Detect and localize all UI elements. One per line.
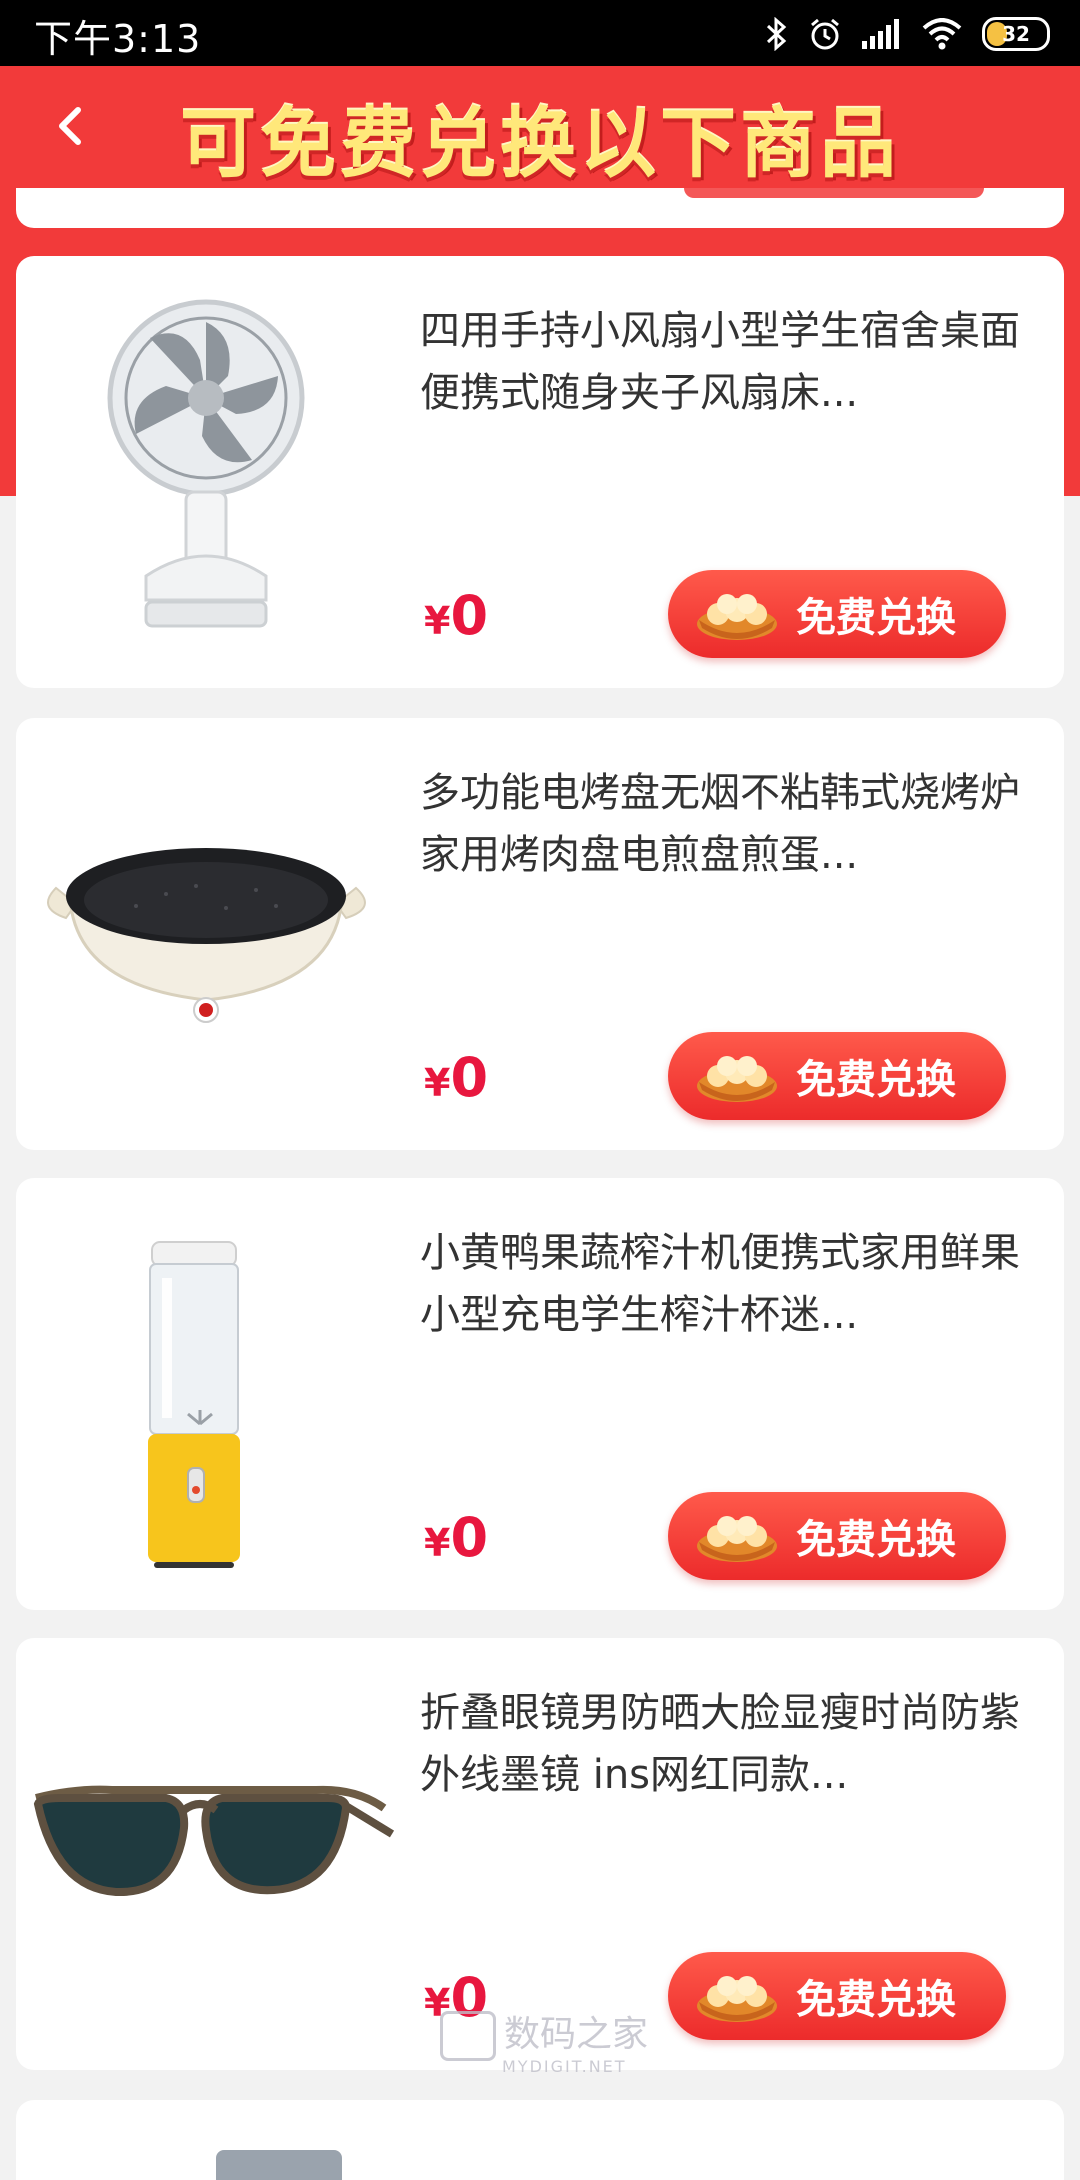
product-card[interactable]: 四用手持小风扇小型学生宿舍桌面便携式随身夹子风扇床... ¥0 免费兑换 — [16, 256, 1064, 688]
product-price: ¥0 — [424, 1506, 489, 1569]
status-icons: 32 — [766, 12, 1050, 56]
watermark: 数码之家 MYDIGIT.NET — [440, 2005, 648, 2076]
battery-icon: 32 — [982, 17, 1050, 51]
product-title[interactable]: 小黄鸭果蔬榨汁机便携式家用鲜果小型充电学生榨汁杯迷... — [420, 1222, 1020, 1346]
gold-ingot-icon — [697, 1056, 777, 1102]
product-card[interactable]: 小黄鸭果蔬榨汁机便携式家用鲜果小型充电学生榨汁杯迷... ¥0 免费兑换 — [16, 1178, 1064, 1610]
wifi-icon — [922, 18, 962, 50]
watermark-logo-icon — [440, 2011, 496, 2061]
product-image-grill-pan — [16, 718, 396, 1150]
next-card-edge — [16, 2100, 1064, 2180]
page-title: 可免费兑换以下商品 — [180, 99, 900, 188]
previous-card-edge — [16, 188, 1064, 228]
gold-ingot-icon — [697, 1976, 777, 2022]
battery-level: 32 — [1002, 22, 1030, 46]
alarm-icon — [808, 17, 842, 51]
product-card[interactable]: 多功能电烤盘无烟不粘韩式烧烤炉家用烤肉盘电煎盘煎蛋... ¥0 免费兑换 — [16, 718, 1064, 1150]
free-redeem-button[interactable]: 免费兑换 — [668, 1952, 1006, 2040]
gold-ingot-icon — [697, 594, 777, 640]
product-title[interactable]: 折叠眼镜男防晒大脸显瘦时尚防紫外线墨镜 ins网红同款... — [420, 1682, 1020, 1806]
product-price: ¥0 — [424, 1046, 489, 1109]
redeem-button-label: 免费兑换 — [796, 1517, 956, 1563]
free-redeem-button[interactable]: 免费兑换 — [668, 1032, 1006, 1120]
product-title[interactable]: 四用手持小风扇小型学生宿舍桌面便携式随身夹子风扇床... — [420, 300, 1020, 424]
product-image-fan — [16, 256, 396, 688]
product-image-juicer — [16, 1178, 396, 1610]
redeem-button-label: 免费兑换 — [796, 1057, 956, 1103]
signal-icon — [862, 19, 902, 49]
status-time: 下午3:13 — [34, 17, 202, 61]
free-redeem-button[interactable]: 免费兑换 — [668, 570, 1006, 658]
redeem-button-label: 免费兑换 — [796, 595, 956, 641]
gold-ingot-icon — [697, 1516, 777, 1562]
product-image-sunglasses — [16, 1638, 396, 2070]
free-redeem-button[interactable]: 免费兑换 — [668, 1492, 1006, 1580]
product-title[interactable]: 多功能电烤盘无烟不粘韩式烧烤炉家用烤肉盘电煎盘煎蛋... — [420, 762, 1020, 886]
status-bar: 下午3:13 32 — [0, 0, 1080, 66]
redeem-button-label: 免费兑换 — [796, 1977, 956, 2023]
bluetooth-icon — [766, 17, 788, 51]
page-header: 可免费兑换以下商品 — [0, 66, 1080, 188]
product-price: ¥0 — [424, 584, 489, 647]
